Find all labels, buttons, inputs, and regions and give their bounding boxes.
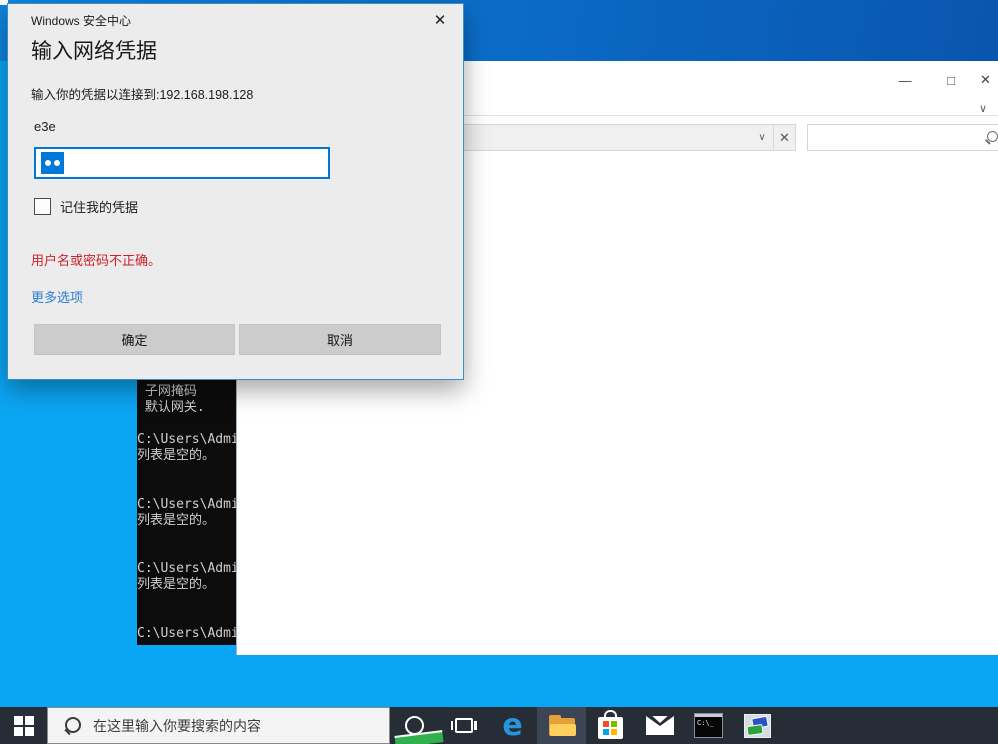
cancel-button[interactable]: 取消 <box>239 324 441 355</box>
taskbar-search-placeholder: 在这里输入你要搜索的内容 <box>93 716 261 736</box>
windows-logo-icon <box>14 716 34 736</box>
cmd-output-line <box>137 416 236 432</box>
edge-icon: e <box>502 711 522 741</box>
dialog-title: Windows 安全中心 <box>31 12 131 29</box>
username-value[interactable]: e3e <box>34 119 56 134</box>
search-icon <box>64 717 81 734</box>
command-prompt-output: IPv4 地址 子网掩码 默认网关.C:\Users\Admi列表是空的。C:\… <box>137 368 236 642</box>
address-dropdown-icon[interactable]: ∨ <box>751 125 773 150</box>
cmd-output-line: 列表是空的。 <box>137 577 236 593</box>
taskbar-item-store[interactable] <box>586 707 635 744</box>
maximize-button[interactable]: □ <box>928 67 974 93</box>
cmd-output-line <box>137 481 236 497</box>
cmd-output-line: C:\Users\Admi <box>137 626 236 642</box>
cmd-output-line <box>137 529 236 545</box>
taskbar-item-task-view[interactable] <box>439 707 488 744</box>
microsoft-store-icon <box>598 717 623 739</box>
error-message: 用户名或密码不正确。 <box>31 250 161 269</box>
address-clear-icon[interactable]: ✕ <box>773 125 795 150</box>
explorer-search-input[interactable] <box>807 124 998 151</box>
dialog-prompt-text: 输入你的凭据以连接到:192.168.198.128 <box>31 84 253 103</box>
task-view-icon <box>455 718 473 733</box>
network-connections-icon <box>744 714 771 738</box>
cmd-output-line: 子网掩码 <box>137 384 236 400</box>
taskbar-item-mail[interactable] <box>635 707 684 744</box>
taskbar-item-command-prompt[interactable]: C:\_ <box>684 707 733 744</box>
taskbar-item-network-app[interactable] <box>733 707 782 744</box>
cmd-output-line: C:\Users\Admi <box>137 432 236 448</box>
taskbar: 在这里输入你要搜索的内容 e C:\_ <box>0 707 998 744</box>
cmd-output-line: 默认网关. <box>137 400 236 416</box>
password-selected-text <box>41 152 64 174</box>
cmd-output-line: C:\Users\Admi <box>137 497 236 513</box>
credential-dialog: Windows 安全中心 ✕ 输入网络凭据 输入你的凭据以连接到:192.168… <box>7 3 464 380</box>
command-prompt-icon: C:\_ <box>694 713 723 738</box>
minimize-button[interactable]: — <box>882 67 928 93</box>
desktop: IPv4 地址 子网掩码 默认网关.C:\Users\Admi列表是空的。C:\… <box>0 0 998 744</box>
cmd-output-line <box>137 609 236 625</box>
remember-credentials-checkbox[interactable] <box>34 198 51 215</box>
start-button[interactable] <box>0 707 47 744</box>
cmd-output-line <box>137 593 236 609</box>
close-button[interactable]: ✕ <box>974 67 998 93</box>
window-controls: — □ ✕ <box>882 67 998 93</box>
command-prompt-window[interactable]: IPv4 地址 子网掩码 默认网关.C:\Users\Admi列表是空的。C:\… <box>137 340 236 645</box>
cmd-output-line: C:\Users\Admi <box>137 561 236 577</box>
cmd-output-line: 列表是空的。 <box>137 513 236 529</box>
cmd-output-line: 列表是空的。 <box>137 448 236 464</box>
taskbar-item-edge[interactable]: e <box>488 707 537 744</box>
taskbar-item-file-explorer[interactable] <box>537 707 586 744</box>
password-field[interactable] <box>34 147 330 179</box>
dialog-heading: 输入网络凭据 <box>31 35 157 65</box>
more-options-link[interactable]: 更多选项 <box>31 287 83 306</box>
dialog-buttons: 确定 取消 <box>34 324 441 355</box>
cmd-output-line <box>137 545 236 561</box>
taskbar-search-input[interactable]: 在这里输入你要搜索的内容 <box>47 707 390 744</box>
ok-button[interactable]: 确定 <box>34 324 235 355</box>
mail-icon <box>646 716 674 735</box>
dialog-close-icon[interactable]: ✕ <box>427 8 453 32</box>
remember-credentials-row: 记住我的凭据 <box>34 197 138 216</box>
remember-credentials-label: 记住我的凭据 <box>60 197 138 216</box>
file-explorer-icon <box>547 714 577 738</box>
cmd-output-line <box>137 465 236 481</box>
search-icon[interactable] <box>985 131 998 144</box>
